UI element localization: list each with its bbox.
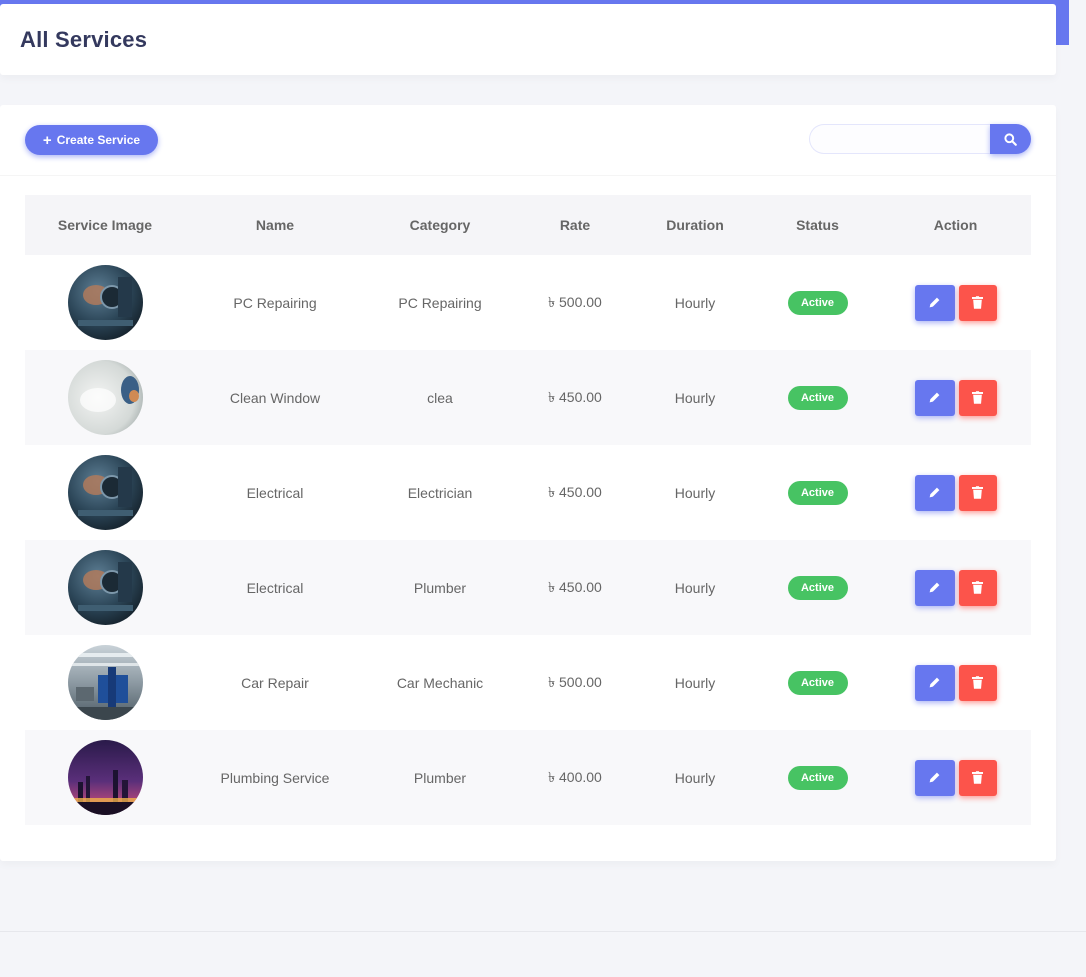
- status-badge: Active: [787, 575, 848, 600]
- table-row: Car Repair Car Mechanic ৳ 500.00 Hourly …: [25, 635, 1031, 730]
- service-name: PC Repairing: [233, 294, 317, 311]
- service-rate: ৳ 500.00: [548, 293, 602, 310]
- services-card: + Create Service Service Image Name Cate…: [0, 105, 1056, 861]
- edit-button[interactable]: [914, 379, 955, 416]
- service-category: clea: [427, 389, 453, 406]
- page-title: All Services: [20, 26, 148, 52]
- pencil-icon: [929, 677, 940, 688]
- table-header-row: Service Image Name Category Rate Duratio…: [25, 195, 1031, 255]
- service-category: Plumber: [413, 579, 467, 596]
- delete-button[interactable]: [958, 284, 997, 321]
- service-name: Electrical: [246, 484, 304, 501]
- table-row: Electrical Electrician ৳ 450.00 Hourly A…: [25, 445, 1031, 540]
- row-actions: [914, 474, 997, 511]
- table-row: Plumbing Service Plumber ৳ 400.00 Hourly…: [25, 730, 1031, 825]
- trash-icon: [972, 581, 983, 594]
- service-name: Car Repair: [241, 674, 309, 691]
- table-row: Electrical Plumber ৳ 450.00 Hourly Activ…: [25, 540, 1031, 635]
- service-duration: Hourly: [674, 389, 716, 406]
- create-service-label: Create Service: [56, 133, 141, 147]
- service-rate: ৳ 450.00: [548, 388, 602, 405]
- row-actions: [914, 664, 997, 701]
- column-header-service-image: Service Image: [57, 217, 153, 233]
- services-table: Service Image Name Category Rate Duratio…: [25, 195, 1031, 825]
- delete-button[interactable]: [958, 569, 997, 606]
- edit-button[interactable]: [914, 474, 955, 511]
- row-actions: [914, 569, 997, 606]
- delete-button[interactable]: [958, 664, 997, 701]
- edit-button[interactable]: [914, 759, 955, 796]
- pencil-icon: [929, 297, 940, 308]
- pencil-icon: [929, 772, 940, 783]
- column-header-duration: Duration: [666, 217, 724, 233]
- table-row: PC Repairing PC Repairing ৳ 500.00 Hourl…: [25, 255, 1031, 350]
- status-badge: Active: [787, 385, 848, 410]
- trash-icon: [972, 391, 983, 404]
- service-category: Plumber: [413, 769, 467, 786]
- status-badge: Active: [787, 290, 848, 315]
- edit-button[interactable]: [914, 284, 955, 321]
- service-duration: Hourly: [674, 484, 716, 501]
- column-header-action: Action: [933, 217, 978, 233]
- search-group: [809, 124, 1031, 154]
- service-rate: ৳ 450.00: [548, 483, 602, 500]
- pc-repair-photo: [67, 265, 143, 340]
- pencil-icon: [929, 392, 940, 403]
- plus-icon: +: [42, 131, 52, 149]
- search-button[interactable]: [990, 124, 1031, 154]
- window-cleaning-photo: [67, 360, 143, 435]
- delete-button[interactable]: [958, 379, 997, 416]
- pc-repair-photo: [67, 455, 143, 530]
- service-name: Electrical: [246, 579, 304, 596]
- trash-icon: [972, 771, 983, 784]
- footer-divider: [0, 931, 1086, 932]
- trash-icon: [972, 676, 983, 689]
- trash-icon: [972, 486, 983, 499]
- delete-button[interactable]: [958, 759, 997, 796]
- city-night-photo: [67, 740, 143, 815]
- car-workshop-photo: [67, 645, 143, 720]
- service-rate: ৳ 450.00: [548, 578, 602, 595]
- service-category: Car Mechanic: [396, 674, 484, 691]
- pencil-icon: [929, 582, 940, 593]
- status-badge: Active: [787, 480, 848, 505]
- service-rate: ৳ 500.00: [548, 673, 602, 690]
- pencil-icon: [929, 487, 940, 498]
- service-name: Clean Window: [229, 389, 321, 406]
- create-service-button[interactable]: + Create Service: [25, 125, 158, 155]
- trash-icon: [972, 296, 983, 309]
- search-icon: [1004, 132, 1017, 146]
- column-header-rate: Rate: [559, 217, 591, 233]
- service-name: Plumbing Service: [220, 769, 330, 786]
- row-actions: [914, 379, 997, 416]
- service-category: Electrician: [407, 484, 473, 501]
- column-header-category: Category: [409, 217, 471, 233]
- pc-repair-photo: [67, 550, 143, 625]
- card-toolbar: + Create Service: [0, 105, 1056, 176]
- status-badge: Active: [787, 765, 848, 790]
- edit-button[interactable]: [914, 664, 955, 701]
- service-category: PC Repairing: [398, 294, 482, 311]
- table-row: Clean Window clea ৳ 450.00 Hourly Active: [25, 350, 1031, 445]
- column-header-status: Status: [796, 217, 839, 233]
- row-actions: [914, 759, 997, 796]
- service-duration: Hourly: [674, 579, 716, 596]
- status-badge: Active: [787, 670, 848, 695]
- page-header: All Services: [0, 4, 1056, 75]
- service-duration: Hourly: [674, 674, 716, 691]
- delete-button[interactable]: [958, 474, 997, 511]
- service-duration: Hourly: [674, 294, 716, 311]
- row-actions: [914, 284, 997, 321]
- edit-button[interactable]: [914, 569, 955, 606]
- service-rate: ৳ 400.00: [548, 768, 602, 785]
- search-input[interactable]: [809, 124, 990, 154]
- service-duration: Hourly: [674, 769, 716, 786]
- column-header-name: Name: [255, 217, 295, 233]
